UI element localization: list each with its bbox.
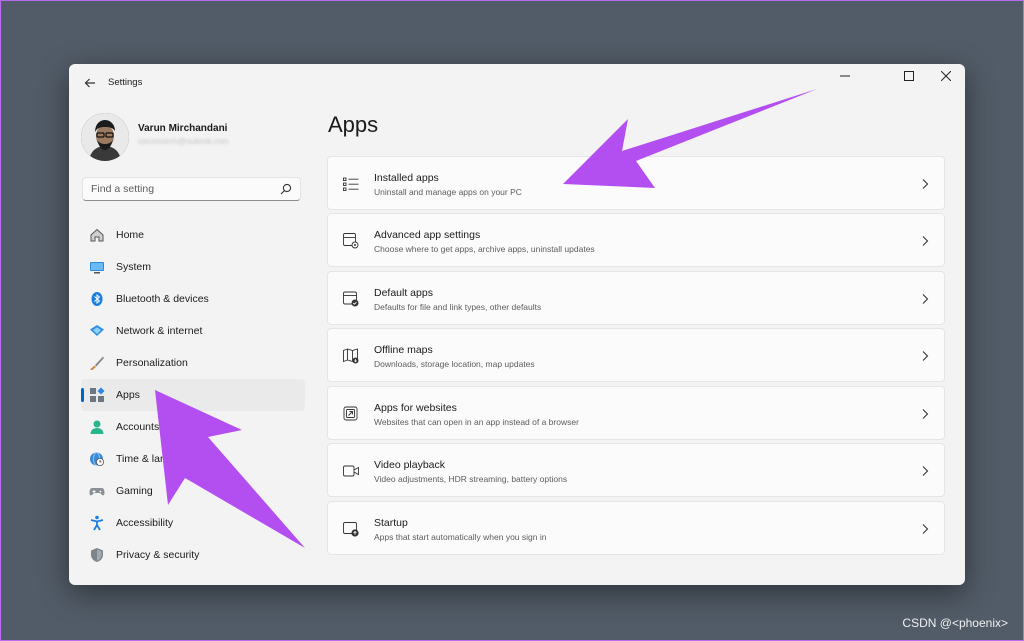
card-subtitle: Websites that can open in an app instead… (374, 417, 579, 427)
back-arrow-icon (84, 78, 95, 88)
card-subtitle: Apps that start automatically when you s… (374, 532, 547, 542)
card-title: Apps for websites (374, 402, 457, 414)
globe-clock-icon (90, 452, 104, 466)
sidebar-item-time-language[interactable]: Time & language (81, 443, 305, 475)
card-subtitle: Uninstall and manage apps on your PC (374, 187, 522, 197)
card-subtitle: Defaults for file and link types, other … (374, 302, 542, 312)
home-icon (90, 228, 104, 242)
map-icon (343, 348, 359, 364)
card-video-playback[interactable]: Video playback Video adjustments, HDR st… (327, 443, 945, 497)
sidebar-item-label: Accessibility (116, 517, 174, 529)
bluetooth-icon (91, 292, 103, 306)
watermark: CSDN @<phoenix> (902, 616, 1008, 630)
video-icon (343, 465, 359, 477)
card-default-apps[interactable]: Default apps Defaults for file and link … (327, 271, 945, 325)
card-title: Advanced app settings (374, 229, 481, 241)
card-title: Video playback (374, 459, 446, 471)
close-button[interactable] (928, 64, 964, 88)
sidebar-item-network[interactable]: Network & internet (81, 315, 305, 347)
sidebar: Varun Mirchandani varunmirch@outlook.com… (69, 102, 319, 585)
sidebar-item-bluetooth[interactable]: Bluetooth & devices (81, 283, 305, 315)
maximize-button[interactable] (891, 64, 927, 88)
sidebar-item-accounts[interactable]: Accounts (81, 411, 305, 443)
search-input[interactable] (83, 178, 281, 200)
chevron-right-icon (922, 466, 929, 476)
card-subtitle: Choose where to get apps, archive apps, … (374, 244, 595, 254)
chevron-right-icon (922, 351, 929, 361)
chevron-right-icon (922, 294, 929, 304)
chevron-right-icon (922, 179, 929, 189)
sidebar-item-label: Apps (116, 389, 140, 401)
card-title: Startup (374, 517, 408, 529)
maximize-icon (904, 71, 914, 81)
sidebar-item-label: Time & language (116, 453, 195, 465)
sidebar-item-accessibility[interactable]: Accessibility (81, 507, 305, 539)
minimize-button[interactable] (827, 64, 863, 88)
app-settings-icon (343, 233, 359, 249)
sidebar-item-label: Bluetooth & devices (116, 293, 209, 305)
user-photo-icon (81, 113, 129, 161)
sidebar-item-label: System (116, 261, 152, 273)
sidebar-item-gaming[interactable]: Gaming (81, 475, 305, 507)
sidebar-item-home[interactable]: Home (81, 219, 305, 251)
sidebar-item-label: Home (116, 229, 145, 241)
title-bar: Settings (69, 64, 965, 102)
card-startup[interactable]: Startup Apps that start automatically wh… (327, 501, 945, 555)
sidebar-item-apps[interactable]: Apps (81, 379, 305, 411)
selection-indicator (81, 388, 84, 402)
card-installed-apps[interactable]: Installed apps Uninstall and manage apps… (327, 156, 945, 210)
sidebar-item-label: Personalization (116, 357, 188, 369)
sidebar-item-privacy-security[interactable]: Privacy & security (81, 539, 305, 571)
accessibility-icon (90, 515, 104, 531)
page-title: Apps (328, 112, 379, 137)
app-title: Settings (108, 77, 143, 88)
close-icon (941, 71, 951, 81)
chevron-right-icon (922, 409, 929, 419)
account-icon (90, 420, 104, 434)
sidebar-item-personalization[interactable]: Personalization (81, 347, 305, 379)
network-icon (90, 325, 104, 336)
main-content: Apps Installed apps Uninstall and manage… (327, 102, 947, 585)
user-email: varunmirch@outlook.com (138, 137, 229, 146)
startup-icon (343, 522, 359, 537)
sidebar-item-label: Gaming (116, 485, 153, 497)
card-offline-maps[interactable]: Offline maps Downloads, storage location… (327, 328, 945, 382)
minimize-icon (840, 75, 850, 77)
chevron-right-icon (922, 524, 929, 534)
list-icon (343, 177, 359, 191)
card-subtitle: Downloads, storage location, map updates (374, 359, 535, 369)
sidebar-item-label: Privacy & security (116, 549, 200, 561)
back-button[interactable] (79, 72, 101, 94)
chevron-right-icon (922, 236, 929, 246)
user-name: Varun Mirchandani (138, 123, 228, 134)
sidebar-item-label: Accounts (116, 421, 160, 433)
default-apps-icon (343, 291, 359, 307)
shield-icon (91, 548, 103, 562)
card-title: Offline maps (374, 344, 433, 356)
card-subtitle: Video adjustments, HDR streaming, batter… (374, 474, 568, 484)
sidebar-item-system[interactable]: System (81, 251, 305, 283)
search-box (82, 177, 301, 201)
card-advanced-app-settings[interactable]: Advanced app settings Choose where to ge… (327, 213, 945, 267)
card-title: Installed apps (374, 172, 439, 184)
sidebar-nav: Home System Bluetooth & devices Network … (81, 219, 305, 571)
system-icon (90, 262, 104, 274)
avatar[interactable] (81, 113, 129, 161)
card-apps-for-websites[interactable]: Apps for websites Websites that can open… (327, 386, 945, 440)
settings-window: Settings Varun Mirchandani varunmirch@ou… (69, 64, 965, 585)
gamepad-icon (89, 488, 105, 496)
open-link-icon (343, 406, 358, 421)
apps-icon (90, 387, 105, 402)
sidebar-item-label: Network & internet (116, 325, 203, 337)
brush-icon (90, 356, 104, 370)
search-icon[interactable] (280, 183, 292, 195)
card-title: Default apps (374, 287, 433, 299)
